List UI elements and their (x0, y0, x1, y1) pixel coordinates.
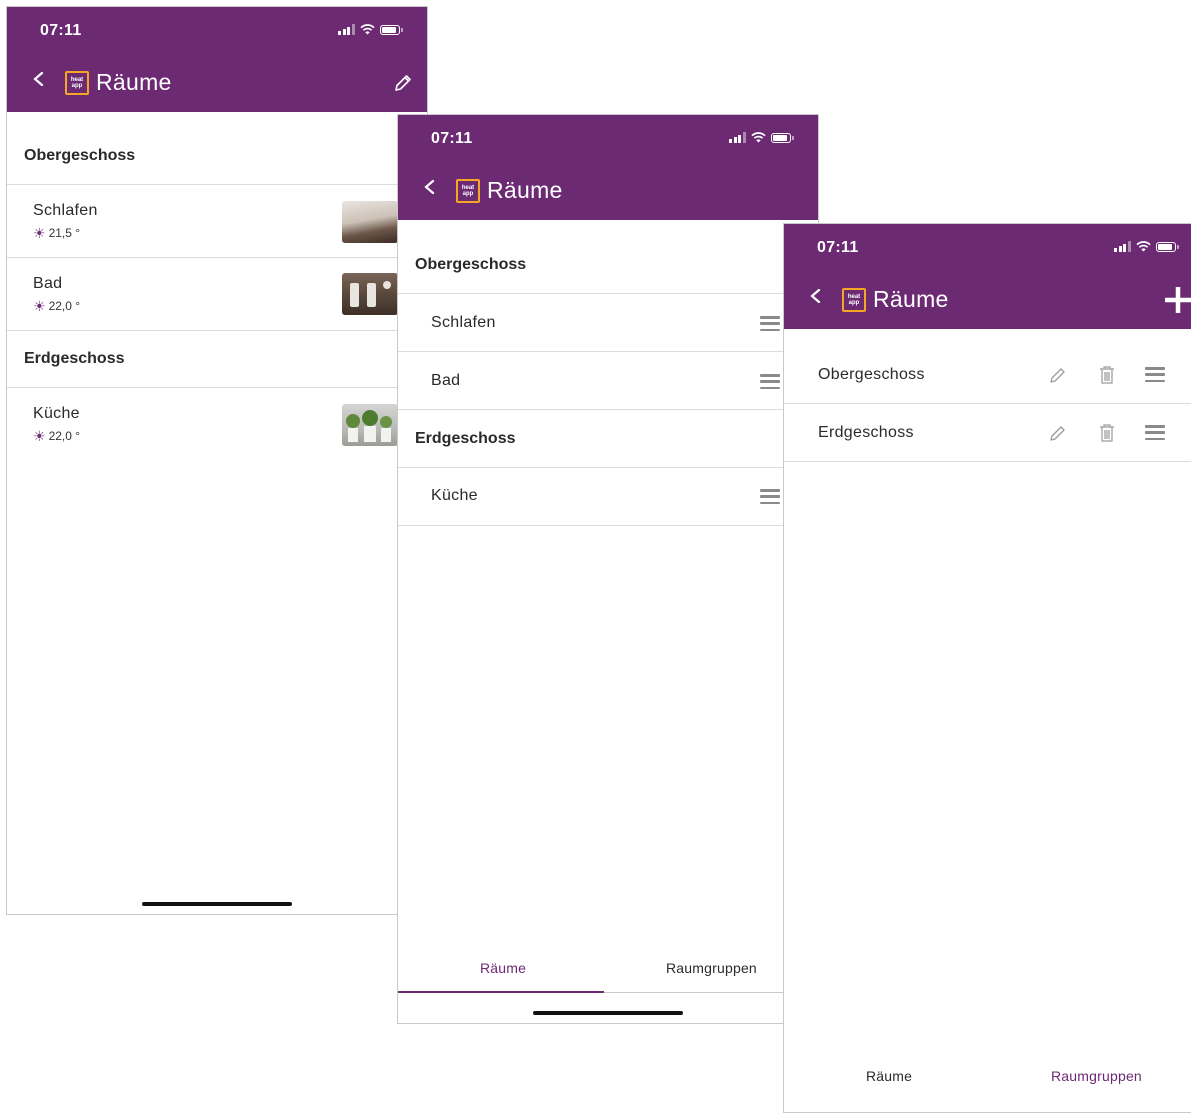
divider (784, 461, 1191, 462)
battery-icon (379, 25, 403, 35)
section-header-erdgeschoss: Erdgeschoss (24, 350, 125, 367)
wifi-icon (750, 132, 766, 143)
back-arrow-icon[interactable] (423, 180, 437, 194)
drag-handle-icon[interactable] (1145, 367, 1165, 382)
page-title: Räume (873, 286, 949, 312)
divider (7, 257, 427, 258)
signal-icon (338, 24, 355, 35)
drag-handle-icon[interactable] (760, 316, 780, 331)
room-temperature: ☀ 22,0 ° (33, 298, 81, 314)
trash-icon[interactable] (1098, 423, 1116, 443)
sun-icon: ☀ (33, 428, 46, 444)
edit-pencil-icon[interactable] (1049, 424, 1067, 442)
back-arrow-icon[interactable] (809, 289, 823, 303)
home-indicator (142, 902, 292, 906)
screen-rooms-overview: 07:11 heat app Räume Obergeschoss Schlaf… (6, 6, 428, 915)
add-plus-icon[interactable] (1164, 286, 1191, 314)
room-temperature: ☀ 22,0 ° (33, 428, 81, 444)
app-header: 07:11 heat app Räume (398, 115, 818, 220)
divider (784, 403, 1191, 404)
edit-pencil-icon[interactable] (1049, 366, 1067, 384)
tab-raumgruppen[interactable]: Raumgruppen (666, 960, 757, 976)
sun-icon: ☀ (33, 298, 46, 314)
home-indicator (533, 1011, 683, 1015)
section-header-obergeschoss: Obergeschoss (24, 147, 136, 164)
back-arrow-icon[interactable] (32, 72, 46, 86)
sun-icon: ☀ (33, 225, 46, 241)
status-time: 07:11 (431, 130, 473, 147)
tab-active-indicator (398, 991, 604, 993)
room-thumbnail-bathroom (342, 273, 398, 315)
divider (398, 351, 818, 352)
group-name: Erdgeschoss (818, 424, 914, 441)
app-header: 07:11 heat app Räume (7, 7, 427, 112)
room-name: Bad (431, 372, 461, 389)
divider (398, 409, 818, 410)
wifi-icon (1135, 241, 1151, 252)
app-logo: heat app (842, 288, 866, 312)
drag-handle-icon[interactable] (1145, 425, 1165, 440)
battery-icon (770, 133, 794, 143)
page-title: Räume (96, 69, 172, 95)
tab-raumgruppen[interactable]: Raumgruppen (1051, 1068, 1142, 1084)
status-icons (1114, 241, 1179, 252)
section-header-erdgeschoss: Erdgeschoss (415, 430, 516, 447)
tab-raeume[interactable]: Räume (480, 960, 526, 976)
drag-handle-icon[interactable] (760, 489, 780, 504)
battery-icon (1155, 242, 1179, 252)
room-temperature: ☀ 21,5 ° (33, 225, 81, 241)
divider (7, 330, 427, 331)
status-icons (729, 132, 794, 143)
room-thumbnail-bedroom (342, 201, 398, 243)
room-thumbnail-kitchen (342, 404, 398, 446)
room-name: Bad (33, 275, 63, 292)
divider (398, 525, 818, 526)
screen-rooms-reorder: 07:11 heat app Räume Obergeschoss Schlaf… (397, 114, 819, 1024)
status-icons (338, 24, 403, 35)
status-time: 07:11 (817, 239, 859, 256)
divider (7, 387, 427, 388)
status-time: 07:11 (40, 22, 82, 39)
drag-handle-icon[interactable] (760, 374, 780, 389)
page-title: Räume (487, 177, 563, 203)
section-header-obergeschoss: Obergeschoss (415, 256, 527, 273)
group-name: Obergeschoss (818, 366, 925, 383)
trash-icon[interactable] (1098, 365, 1116, 385)
divider (398, 467, 818, 468)
screen-room-groups: 07:11 heat app Räume Obergeschoss Erdges… (783, 223, 1191, 1113)
app-logo: heat app (456, 179, 480, 203)
divider (7, 184, 427, 185)
room-name: Küche (431, 487, 478, 504)
tab-raeume[interactable]: Räume (866, 1068, 912, 1084)
signal-icon (1114, 241, 1131, 252)
signal-icon (729, 132, 746, 143)
room-name: Küche (33, 405, 80, 422)
room-name: Schlafen (33, 202, 98, 219)
room-name: Schlafen (431, 314, 496, 331)
app-logo: heat app (65, 71, 89, 95)
app-header: 07:11 heat app Räume (784, 224, 1191, 329)
divider (398, 293, 818, 294)
wifi-icon (359, 24, 375, 35)
edit-pencil-icon[interactable] (393, 73, 413, 93)
